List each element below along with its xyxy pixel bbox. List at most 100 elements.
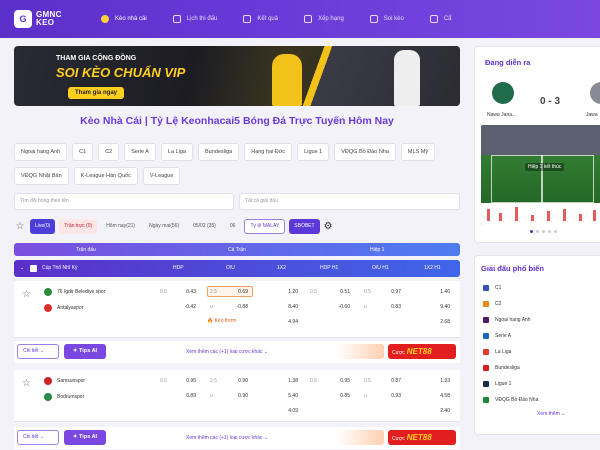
match-row[interactable]: ☆ 76 Igdir Belediye spor Antalyaspor 0.5… xyxy=(14,281,460,338)
league-tag[interactable]: K-League Hàn Quốc xyxy=(73,167,138,185)
odds-value[interactable]: 0.95 xyxy=(174,378,196,384)
promo-banner[interactable]: THAM GIA CỘNG ĐỒNG SOI KÈO CHUẨN VIP Tha… xyxy=(14,46,460,106)
popular-league-item[interactable]: C2 xyxy=(483,296,538,312)
odds-value[interactable]: 2.40 xyxy=(428,408,450,414)
odds-value[interactable]: 0.97 xyxy=(379,289,401,295)
popular-league-item[interactable]: Bundesliga xyxy=(483,360,538,376)
odds-value[interactable]: 9.40 xyxy=(428,304,450,310)
nav-item-xep-hang[interactable]: Xếp hạng xyxy=(291,0,357,38)
odds-value[interactable]: 0.85 xyxy=(328,393,350,399)
league-tag[interactable]: Bundesliga xyxy=(198,143,240,161)
nav-label: Kèo nhà cái xyxy=(115,16,147,22)
tips-ai-button[interactable]: ✦ Tips AI xyxy=(64,430,106,445)
filter-date[interactable]: 05/02 (35) xyxy=(188,219,221,234)
odds-value[interactable]: 1.20 xyxy=(276,289,298,295)
popular-league-item[interactable]: VĐQG Bồ Đào Nha xyxy=(483,392,538,408)
chevron-down-icon[interactable]: ⌄ xyxy=(20,265,24,271)
league-tag[interactable]: Hạng hai Đức xyxy=(244,143,293,161)
league-tag[interactable]: Ngoại hạng Anh xyxy=(14,143,68,161)
col-ou-h1: O/U H1 xyxy=(372,265,389,271)
popular-league-item[interactable]: C1 xyxy=(483,280,538,296)
league-select[interactable]: Tất cả giải đấu xyxy=(239,193,460,210)
team-search-input[interactable]: Tìm đội bóng theo tên xyxy=(14,193,234,210)
match-detail-button[interactable]: Chi tiết ⌄ xyxy=(17,344,59,359)
popular-league-item[interactable]: La Liga xyxy=(483,344,538,360)
bookmaker-select[interactable]: SBOBET xyxy=(289,218,320,234)
carousel-dot[interactable] xyxy=(536,230,539,233)
more-bets-link[interactable]: Xem thêm các (+1) loại cược khác ⌄ xyxy=(186,435,268,441)
odds-value[interactable]: -0.42 xyxy=(174,304,196,310)
live-pitch-visual[interactable]: Hiệp 1 kết thúc xyxy=(481,125,600,225)
league-tag[interactable]: V-League xyxy=(142,167,181,185)
see-more-link[interactable]: Xem thêm ⌄ xyxy=(537,411,565,417)
odds-value[interactable]: 1.38 xyxy=(276,378,298,384)
bet-partner-a-button[interactable] xyxy=(336,344,384,359)
odds-value[interactable]: -0.88 xyxy=(226,304,248,310)
carousel-dots[interactable] xyxy=(530,230,557,233)
nav-item-ket-qua[interactable]: Kết quả xyxy=(230,0,291,38)
league-tag[interactable]: Ligue 1 xyxy=(297,143,330,161)
odds-value[interactable]: 8.40 xyxy=(276,304,298,310)
odds-value[interactable]: 0.95 xyxy=(328,378,350,384)
popular-league-item[interactable]: Ligue 1 xyxy=(483,376,538,392)
nav-item-lich-thi-dau[interactable]: Lịch thi đấu xyxy=(160,0,231,38)
league-tag[interactable]: C1 xyxy=(72,143,94,161)
carousel-dot[interactable] xyxy=(530,230,533,233)
odds-value[interactable]: 2.68 xyxy=(428,319,450,325)
filter-live[interactable]: Live(0) xyxy=(30,218,56,234)
bet-partner-b-button[interactable]: Cược NET88 xyxy=(388,430,456,445)
odds-value[interactable]: 0.90 xyxy=(226,393,248,399)
odds-value[interactable]: 0.83 xyxy=(379,304,401,310)
odds-value[interactable]: 5.40 xyxy=(276,393,298,399)
tips-ai-button[interactable]: ✦ Tips AI xyxy=(64,344,106,359)
calendar-icon xyxy=(172,15,181,23)
bet-partner-b-button[interactable]: Cược NET88 xyxy=(388,344,456,359)
league-tag[interactable]: Serie A xyxy=(124,143,156,161)
odds-value[interactable]: 0.69 xyxy=(226,289,248,295)
banner-decoration xyxy=(290,46,460,106)
popular-league-item[interactable]: Serie A xyxy=(483,328,538,344)
logo[interactable]: G GMNC KEO xyxy=(0,10,88,28)
league-icon xyxy=(483,397,489,403)
odds-value[interactable]: 0.51 xyxy=(328,289,350,295)
carousel-dot[interactable] xyxy=(548,230,551,233)
league-tag[interactable]: MLS Mỹ xyxy=(400,143,436,161)
odds-value[interactable]: 0.43 xyxy=(174,289,196,295)
odds-value[interactable]: 4.09 xyxy=(276,408,298,414)
nav-item-more[interactable]: Cẩ xyxy=(417,0,465,38)
league-label: Ligue 1 xyxy=(495,381,512,387)
odds-value[interactable]: 1.93 xyxy=(428,378,450,384)
odds-value[interactable]: 4.94 xyxy=(276,319,298,325)
nav-item-keo-nha-cai[interactable]: Kèo nhà cái xyxy=(88,0,160,38)
odds-value[interactable]: 4.58 xyxy=(428,393,450,399)
hot-odds-badge[interactable]: 🔥 Kèo thơm xyxy=(207,318,237,324)
league-tag[interactable]: VĐQG Nhật Bản xyxy=(14,167,69,185)
odds-value[interactable]: 0.90 xyxy=(226,378,248,384)
odds-type-select[interactable]: Tỷ lệ MALAY xyxy=(244,218,286,234)
star-icon[interactable]: ☆ xyxy=(22,378,31,389)
star-icon[interactable]: ☆ xyxy=(22,289,31,300)
nav-item-soi-keo[interactable]: Soi kèo xyxy=(357,0,417,38)
more-bets-link[interactable]: Xem thêm các (+1) loại cược khác ⌄ xyxy=(186,349,268,355)
gear-icon[interactable]: ⚙ xyxy=(324,221,333,232)
filter-tomorrow[interactable]: Ngày mai(56) xyxy=(144,219,184,234)
carousel-dot[interactable] xyxy=(554,230,557,233)
odds-value[interactable]: 0.89 xyxy=(174,393,196,399)
odds-value[interactable]: -0.60 xyxy=(328,304,350,310)
carousel-dot[interactable] xyxy=(542,230,545,233)
match-detail-button[interactable]: Chi tiết ⌄ xyxy=(17,430,59,445)
odds-value[interactable]: 1.46 xyxy=(428,289,450,295)
odds-value[interactable]: 0.87 xyxy=(379,378,401,384)
popular-league-item[interactable]: Ngoại hạng Anh xyxy=(483,312,538,328)
bet-partner-a-button[interactable] xyxy=(336,430,384,445)
join-now-button[interactable]: Tham gia ngay xyxy=(68,87,125,99)
league-tag[interactable]: VĐQG Bồ Đào Nha xyxy=(334,143,396,161)
filter-date[interactable]: 06 xyxy=(225,219,241,234)
filter-live-matches[interactable]: Trận trực (0) xyxy=(59,218,98,234)
odds-value[interactable]: 0.93 xyxy=(379,393,401,399)
filter-today[interactable]: Hôm nay(21) xyxy=(101,219,140,234)
match-row[interactable]: ☆ Samsunspor Bodrumspor 0.5 0.95 2.5 0.9… xyxy=(14,370,460,422)
league-tag[interactable]: C2 xyxy=(98,143,120,161)
league-tag[interactable]: La Liga xyxy=(160,143,193,161)
star-icon[interactable]: ☆ xyxy=(14,221,26,232)
